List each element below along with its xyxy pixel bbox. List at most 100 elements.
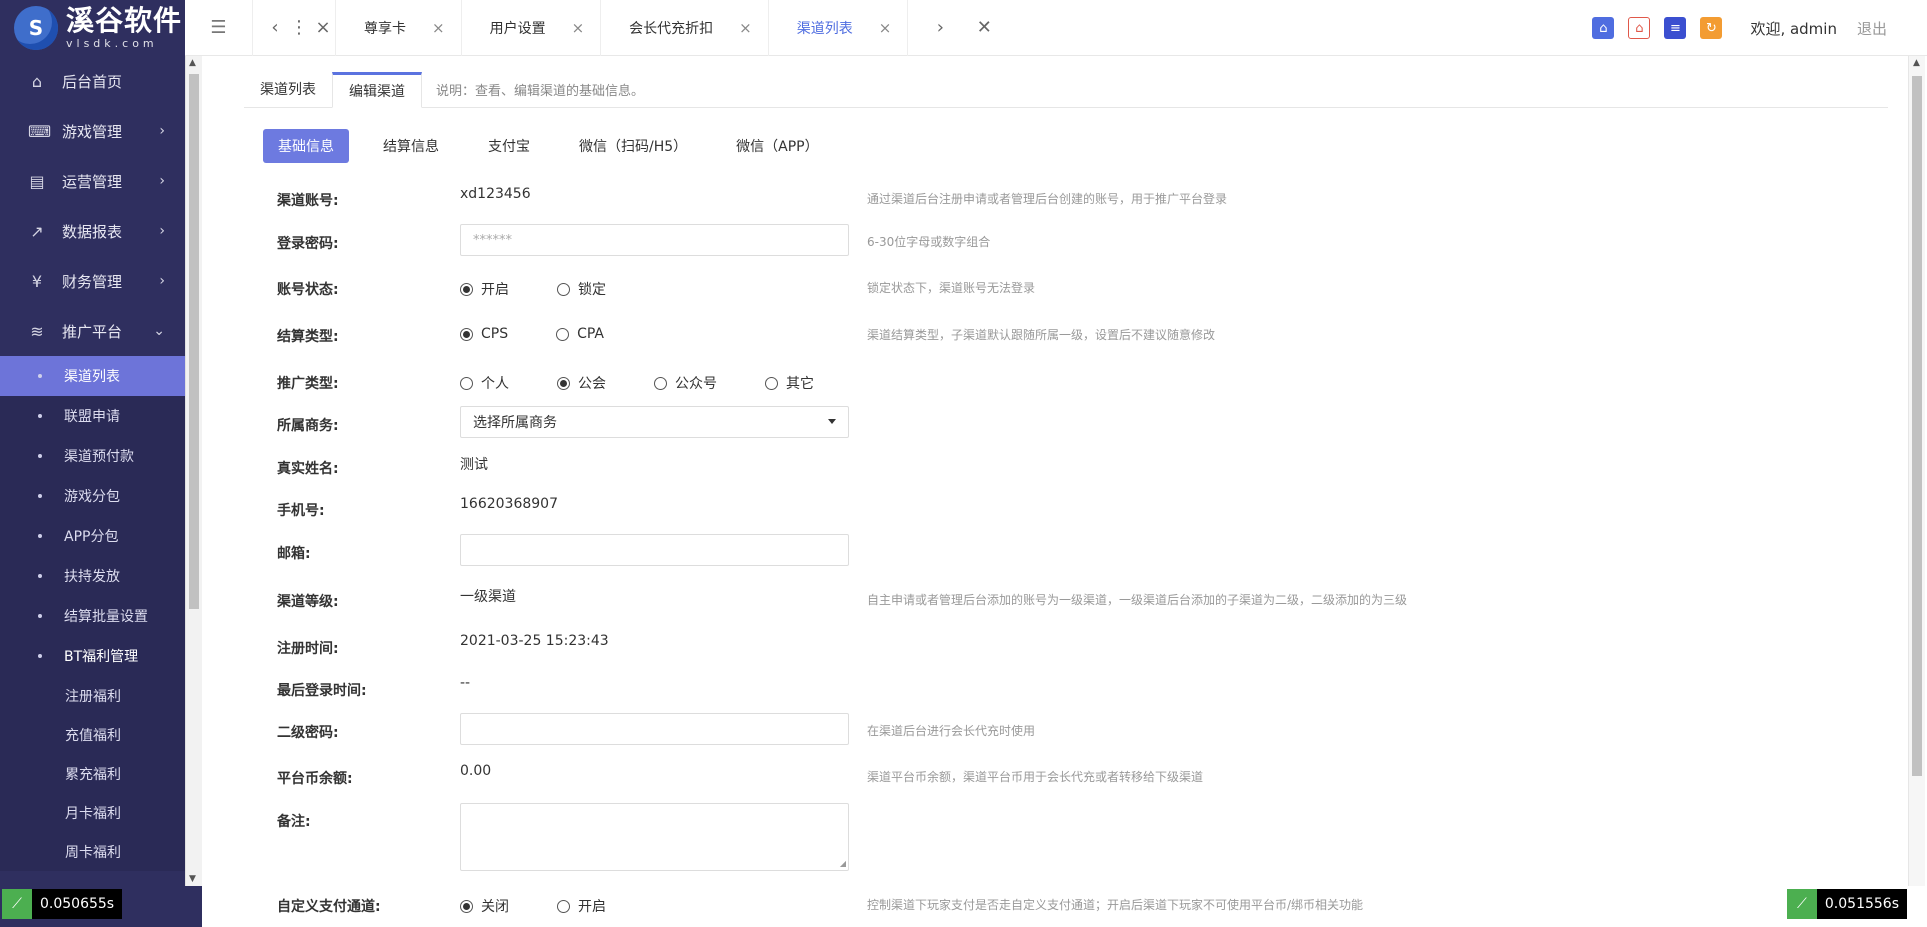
- sidebar-subsub-register-welfare[interactable]: 注册福利: [0, 676, 185, 715]
- sidebar-subsub-recharge-welfare[interactable]: 充值福利: [0, 715, 185, 754]
- scrollbar-thumb[interactable]: [1912, 76, 1922, 776]
- timer-left: ⟋ 0.050655s: [2, 889, 123, 919]
- sidebar-subitem-bt-welfare[interactable]: BT福利管理: [0, 636, 185, 676]
- chevron-right-icon: ›: [159, 223, 165, 239]
- status-open-radio[interactable]: 开启: [460, 279, 509, 299]
- sidebar-item-games[interactable]: ⌨ 游戏管理 ›: [0, 106, 185, 156]
- tab-discount[interactable]: 会长代充折扣 ×: [601, 0, 769, 56]
- tab-next-icon[interactable]: ›: [928, 17, 952, 38]
- account-hint: 通过渠道后台注册申请或者管理后台创建的账号，用于推广平台登录: [867, 192, 1228, 206]
- business-label: 所属商务:: [277, 418, 339, 434]
- settle-cps-radio[interactable]: CPS: [460, 326, 508, 342]
- store-icon[interactable]: ⌂: [1628, 17, 1651, 39]
- sidebar-item-operations[interactable]: ▤ 运营管理 ›: [0, 156, 185, 206]
- home-icon[interactable]: ⌂: [1592, 17, 1615, 39]
- refresh-icon[interactable]: ↻: [1700, 17, 1723, 39]
- list-icon[interactable]: ≡: [1664, 17, 1687, 39]
- main-scrollbar[interactable]: ▲: [1908, 56, 1925, 886]
- scroll-up-icon[interactable]: ▲: [1913, 58, 1920, 68]
- sidebar-item-home[interactable]: ⌂ 后台首页: [0, 56, 185, 106]
- page-tab-channel-list[interactable]: 渠道列表: [244, 71, 332, 107]
- sidebar-item-label: 后台首页: [62, 72, 123, 91]
- business-select-value: 选择所属商务: [473, 415, 557, 431]
- close-icon[interactable]: ×: [879, 19, 892, 37]
- sidebar-item-reports[interactable]: ↗ 数据报表 ›: [0, 206, 185, 256]
- custom-pay-off-radio[interactable]: 关闭: [460, 896, 509, 916]
- scroll-down-icon[interactable]: ▼: [189, 874, 196, 884]
- tab-more-icon[interactable]: ⋮: [287, 17, 311, 38]
- sidebar-item-promotion[interactable]: ≋ 推广平台 ⌄: [0, 306, 185, 356]
- tab-user-settings[interactable]: 用户设置 ×: [462, 0, 602, 56]
- promo-official-account-radio[interactable]: 公众号: [654, 373, 717, 393]
- email-input[interactable]: [460, 534, 849, 566]
- subitem-label: APP分包: [64, 529, 119, 545]
- resize-grip-icon[interactable]: ◢: [840, 859, 846, 868]
- reg-time-label: 注册时间:: [277, 641, 339, 657]
- page-tab-edit-channel[interactable]: 编辑渠道: [332, 72, 422, 108]
- close-icon[interactable]: ×: [739, 19, 752, 37]
- email-label: 邮箱:: [277, 546, 311, 562]
- sidebar-subitem-alliance[interactable]: 联盟申请: [0, 396, 185, 436]
- sidebar-subitem-prepay[interactable]: 渠道预付款: [0, 436, 185, 476]
- bullet-icon: [38, 494, 42, 498]
- tab-prev-icon[interactable]: ‹: [263, 17, 287, 38]
- close-icon[interactable]: ×: [432, 19, 445, 37]
- promo-personal-radio[interactable]: 个人: [460, 373, 509, 393]
- sidebar-subsub-cumulative-welfare[interactable]: 累充福利: [0, 754, 185, 793]
- collapse-menu-icon[interactable]: ☰: [185, 0, 253, 56]
- reg-time-value: 2021-03-25 15:23:43: [460, 633, 609, 649]
- balance-hint: 渠道平台币余额，渠道平台币用于会长代充或者转移给下级渠道: [867, 770, 1204, 784]
- password-input[interactable]: ******: [460, 224, 849, 256]
- promo-guild-radio[interactable]: 公会: [557, 373, 606, 393]
- tab-channel-list[interactable]: 渠道列表 ×: [769, 0, 909, 56]
- logout-link[interactable]: 退出: [1857, 18, 1887, 39]
- sidebar-subsub-weekly-welfare[interactable]: 周卡福利: [0, 832, 185, 871]
- second-password-input[interactable]: [460, 713, 849, 745]
- sidebar-subitem-game-package[interactable]: 游戏分包: [0, 476, 185, 516]
- section-tab-basic[interactable]: 基础信息: [263, 129, 349, 163]
- radio-unchecked-icon: [556, 327, 570, 341]
- radio-unchecked-icon: [654, 376, 667, 390]
- second-pwd-hint: 在渠道后台进行会长代充时使用: [867, 724, 1036, 738]
- tab-close-icon[interactable]: ×: [311, 17, 335, 38]
- status-locked-radio[interactable]: 锁定: [557, 279, 606, 299]
- sidebar-subitem-app-package[interactable]: APP分包: [0, 516, 185, 556]
- close-icon[interactable]: ×: [572, 19, 585, 37]
- promo-other-radio[interactable]: 其它: [765, 373, 814, 393]
- scroll-up-icon[interactable]: ▲: [189, 58, 196, 68]
- level-value: 一级渠道: [460, 589, 516, 605]
- settle-cpa-radio[interactable]: CPA: [556, 326, 604, 342]
- sidebar-subsub-monthly-welfare[interactable]: 月卡福利: [0, 793, 185, 832]
- tab-vip-card[interactable]: 尊享卡 ×: [335, 0, 462, 56]
- real-name-value: 测试: [460, 457, 488, 473]
- remark-textarea[interactable]: ◢: [460, 803, 849, 871]
- section-tab-settlement[interactable]: 结算信息: [368, 129, 454, 163]
- section-tab-wechat-h5[interactable]: 微信（扫码/H5）: [564, 129, 702, 163]
- section-tab-wechat-app[interactable]: 微信（APP）: [721, 129, 833, 163]
- custom-pay-on-radio[interactable]: 开启: [557, 896, 606, 916]
- password-label: 登录密码:: [277, 236, 339, 252]
- subitem-label: 扶持发放: [64, 569, 120, 585]
- subitem-label: 游戏分包: [64, 489, 120, 505]
- section-tab-alipay[interactable]: 支付宝: [473, 129, 545, 163]
- radio-checked-icon: [460, 899, 473, 913]
- tab-label: 渠道列表: [796, 20, 853, 37]
- logo[interactable]: S 溪谷软件 vlsdk.com: [0, 0, 185, 56]
- bullet-icon: [38, 574, 42, 578]
- layers-icon: ≋: [30, 321, 44, 341]
- sidebar-item-finance[interactable]: ¥ 财务管理 ›: [0, 256, 185, 306]
- sidebar-item-label: 财务管理: [62, 272, 123, 291]
- radio-label: 公众号: [675, 376, 717, 392]
- level-label: 渠道等级:: [277, 594, 339, 610]
- sidebar-scrollbar[interactable]: ▲ ▼: [185, 56, 202, 886]
- sidebar-subitem-channel-list[interactable]: 渠道列表: [0, 356, 185, 396]
- tab-nav: ‹ ⋮ ×: [253, 0, 335, 56]
- yen-icon: ¥: [31, 271, 43, 291]
- account-value: xd123456: [460, 186, 531, 202]
- close-all-icon[interactable]: ✕: [972, 17, 996, 38]
- scrollbar-thumb[interactable]: [189, 74, 199, 609]
- bullet-icon: [38, 534, 42, 538]
- sidebar-subitem-batch-settle[interactable]: 结算批量设置: [0, 596, 185, 636]
- business-select[interactable]: 选择所属商务: [460, 406, 849, 438]
- sidebar-subitem-support[interactable]: 扶持发放: [0, 556, 185, 596]
